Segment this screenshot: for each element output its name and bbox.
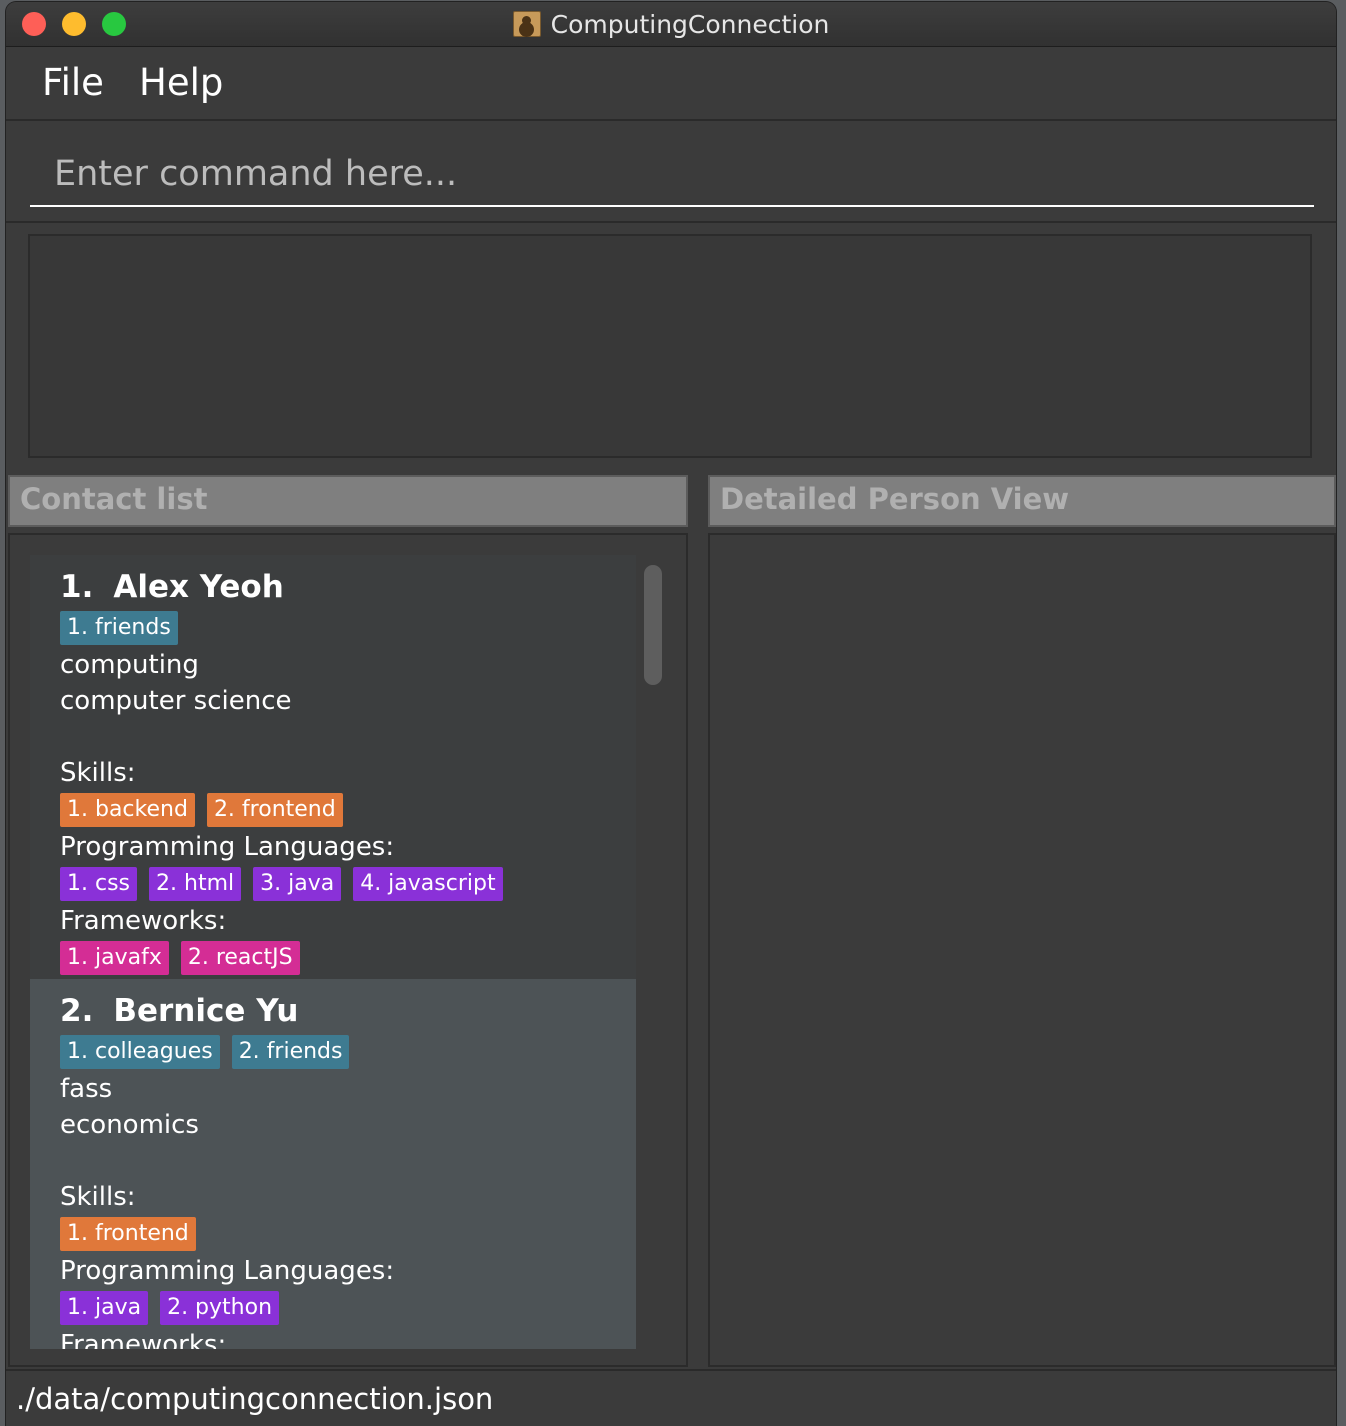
command-input[interactable]	[30, 143, 1314, 207]
language-tags: 1. css 2. html 3. java 4. javascript	[60, 867, 636, 903]
languages-label: Programming Languages:	[60, 1256, 395, 1286]
framework-tag: 1. javafx	[60, 941, 169, 975]
result-display	[28, 234, 1312, 458]
detail-view-header: Detailed Person View	[708, 475, 1336, 527]
language-tag: 1. css	[60, 867, 138, 901]
contact-major: economics	[60, 1110, 199, 1140]
skill-tag: 1. frontend	[60, 1217, 196, 1251]
contact-card[interactable]: 1. Alex Yeoh 1. friends computing compute…	[30, 555, 636, 979]
contact-index: 1.	[60, 569, 94, 605]
skills-label: Skills:	[60, 758, 136, 788]
language-tag: 3. java	[253, 867, 342, 901]
frameworks-label: Frameworks:	[60, 906, 227, 936]
contact-name-line: 1. Alex Yeoh	[60, 565, 636, 609]
detailed-person-view	[708, 533, 1336, 1367]
skill-tag: 1. backend	[60, 793, 195, 827]
contact-name-line: 2. Bernice Yu	[60, 989, 636, 1033]
contact-major: computer science	[60, 686, 292, 716]
language-tags: 1. java 2. python	[60, 1291, 636, 1327]
command-box-area	[6, 121, 1336, 223]
contact-faculty: fass	[60, 1074, 113, 1104]
group-tags: 1. friends	[60, 611, 636, 647]
app-window: ComputingConnection File Help Contact li…	[6, 2, 1336, 1426]
result-display-area	[6, 223, 1336, 471]
contact-card-selected[interactable]: 2. Bernice Yu 1. colleagues 2. friends fas…	[30, 979, 636, 1349]
language-tag: 2. html	[149, 867, 242, 901]
framework-tags: 1. javafx 2. reactJS	[60, 941, 636, 977]
frameworks-label: Frameworks:	[60, 1330, 227, 1349]
menu-help[interactable]: Help	[139, 61, 223, 105]
skills-label: Skills:	[60, 1182, 136, 1212]
group-tag: 1. colleagues	[60, 1035, 220, 1069]
skill-tags: 1. backend 2. frontend	[60, 793, 636, 829]
address-book-icon	[512, 11, 541, 37]
window-title: ComputingConnection	[550, 10, 830, 39]
group-tags: 1. colleagues 2. friends	[60, 1035, 636, 1071]
menu-file[interactable]: File	[42, 61, 104, 105]
contact-list[interactable]: 1. Alex Yeoh 1. friends computing compute…	[30, 555, 636, 1349]
contact-faculty: computing	[60, 650, 199, 680]
language-tag: 1. java	[60, 1291, 149, 1325]
window-title-wrap: ComputingConnection	[6, 10, 1336, 40]
status-bar-file-path: ./data/computingconnection.json	[6, 1369, 1336, 1426]
contact-list-panel: 1. Alex Yeoh 1. friends computing compute…	[8, 533, 688, 1367]
language-tag: 2. python	[160, 1291, 280, 1325]
framework-tag: 2. reactJS	[180, 941, 300, 975]
contact-list-header: Contact list	[8, 475, 688, 527]
languages-label: Programming Languages:	[60, 832, 395, 862]
contact-name: Bernice Yu	[113, 993, 299, 1029]
contact-list-scrollbar[interactable]	[644, 565, 662, 685]
menu-bar: File Help	[6, 47, 1336, 121]
title-bar: ComputingConnection	[6, 2, 1336, 47]
group-tag: 2. friends	[231, 1035, 350, 1069]
language-tag: 4. javascript	[353, 867, 503, 901]
contact-index: 2.	[60, 993, 94, 1029]
skill-tags: 1. frontend	[60, 1217, 636, 1253]
contact-name: Alex Yeoh	[113, 569, 284, 605]
skill-tag: 2. frontend	[206, 793, 343, 827]
group-tag: 1. friends	[60, 611, 178, 645]
